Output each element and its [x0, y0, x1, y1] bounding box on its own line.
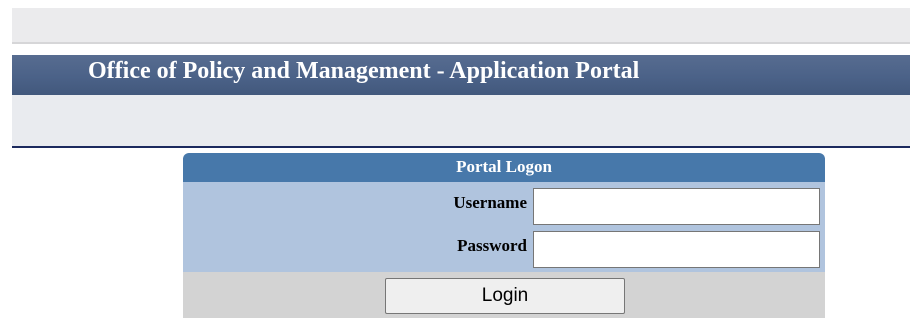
logon-panel: Portal Logon Username Password Login — [183, 153, 825, 318]
page-title: Office of Policy and Management - Applic… — [88, 58, 640, 84]
logon-header: Portal Logon — [183, 153, 825, 182]
logon-form: Username Password — [183, 182, 825, 272]
password-label: Password — [457, 236, 527, 255]
password-input[interactable] — [533, 231, 820, 268]
username-input[interactable] — [533, 188, 820, 225]
top-divider — [12, 42, 910, 44]
logon-heading: Portal Logon — [456, 157, 552, 176]
logon-footer: Login — [183, 272, 825, 318]
sub-header-bar — [12, 95, 910, 148]
login-button[interactable]: Login — [385, 278, 625, 314]
username-row: Username — [183, 184, 825, 227]
username-label: Username — [453, 193, 527, 212]
top-strip — [12, 8, 910, 42]
password-row: Password — [183, 227, 825, 270]
